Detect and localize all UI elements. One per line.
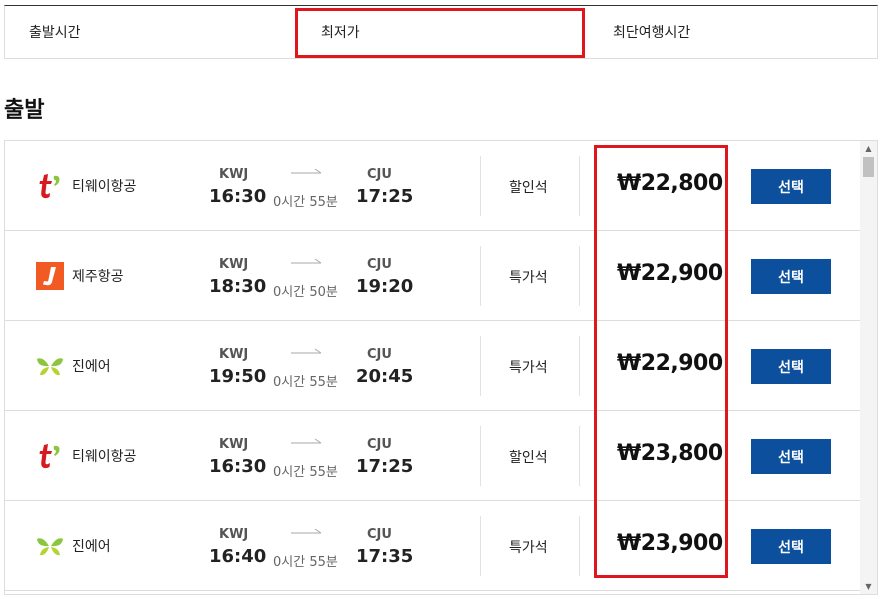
select-button[interactable]: 선택	[751, 349, 831, 384]
fare-class: 할인석	[509, 450, 548, 466]
divider	[480, 516, 481, 576]
airline-name: 제주항공	[72, 269, 124, 285]
arrival-airport-code: CJU	[367, 167, 392, 182]
sort-tab-lowest-price[interactable]: 최저가	[321, 6, 360, 58]
departure-time: 16:30	[209, 186, 267, 207]
divider	[480, 246, 481, 306]
flight-row: 진에어 KWJ 16:40 0시간 55분 CJU 17:35 특가석 ₩23,900 선택	[5, 501, 860, 591]
arrow-right-icon	[291, 168, 322, 174]
divider	[579, 336, 580, 396]
price: ₩23,900	[617, 531, 723, 556]
departure-airport-code: KWJ	[219, 167, 249, 182]
section-title: 출발	[4, 98, 45, 123]
tway-logo-icon	[35, 441, 65, 471]
arrow-right-icon	[291, 348, 322, 354]
scroll-thumb[interactable]	[863, 157, 874, 177]
divider	[579, 516, 580, 576]
arrow-right-icon	[291, 438, 322, 444]
flight-duration: 0시간 55분	[273, 195, 338, 210]
airline-name: 티웨이항공	[72, 179, 137, 195]
jinair-logo-icon	[35, 531, 65, 561]
divider	[579, 156, 580, 216]
sort-tab-shortest-duration[interactable]: 최단여행시간	[613, 6, 690, 58]
arrival-time: 17:35	[356, 546, 414, 567]
departure-airport-code: KWJ	[219, 257, 249, 272]
arrow-right-icon	[291, 258, 322, 264]
fare-class: 특가석	[509, 270, 548, 286]
flight-duration: 0시간 55분	[273, 375, 338, 390]
arrival-time: 19:20	[356, 276, 414, 297]
airline-name: 진에어	[72, 359, 111, 375]
fare-class: 특가석	[509, 540, 548, 556]
departure-time: 16:30	[209, 456, 267, 477]
arrival-time: 20:45	[356, 366, 414, 387]
departure-time: 18:30	[209, 276, 267, 297]
flight-duration: 0시간 55분	[273, 555, 338, 570]
fare-class: 특가석	[509, 360, 548, 376]
price: ₩22,900	[617, 261, 723, 286]
divider	[480, 336, 481, 396]
divider	[480, 156, 481, 216]
divider	[480, 426, 481, 486]
arrival-airport-code: CJU	[367, 347, 392, 362]
departure-airport-code: KWJ	[219, 347, 249, 362]
jinair-logo-icon	[35, 351, 65, 381]
flight-duration: 0시간 50분	[273, 285, 338, 300]
flight-row: 티웨이항공 KWJ 16:30 0시간 55분 CJU 17:25 할인석 ₩23,800 선택	[5, 411, 860, 501]
price: ₩22,900	[617, 351, 723, 376]
flight-row: 진에어 KWJ 19:50 0시간 55분 CJU 20:45 특가석 ₩22,900 선택	[5, 321, 860, 411]
scrollbar[interactable]: ▲ ▼	[860, 141, 877, 594]
divider	[579, 426, 580, 486]
departure-time: 19:50	[209, 366, 267, 387]
departure-airport-code: KWJ	[219, 527, 249, 542]
arrival-time: 17:25	[356, 456, 414, 477]
sort-bar: 출발시간 최저가 최단여행시간	[4, 5, 878, 59]
jejuair-logo-icon	[35, 261, 65, 291]
sort-tab-departure-time[interactable]: 출발시간	[29, 6, 81, 58]
flight-duration: 0시간 55분	[273, 465, 338, 480]
departure-airport-code: KWJ	[219, 437, 249, 452]
flight-list: 티웨이항공 KWJ 16:30 0시간 55분 CJU 17:25 할인석 ₩22,800 선택…	[4, 140, 878, 595]
flight-row: 티웨이항공 KWJ 16:30 0시간 55분 CJU 17:25 할인석 ₩22,800 선택	[5, 141, 860, 231]
departure-time: 16:40	[209, 546, 267, 567]
scroll-down-arrow-icon[interactable]: ▼	[860, 579, 877, 594]
select-button[interactable]: 선택	[751, 259, 831, 294]
select-button[interactable]: 선택	[751, 439, 831, 474]
select-button[interactable]: 선택	[751, 169, 831, 204]
tway-logo-icon	[35, 171, 65, 201]
arrival-airport-code: CJU	[367, 257, 392, 272]
scroll-up-arrow-icon[interactable]: ▲	[860, 141, 877, 156]
fare-class: 할인석	[509, 180, 548, 196]
select-button[interactable]: 선택	[751, 529, 831, 564]
arrival-time: 17:25	[356, 186, 414, 207]
airline-name: 진에어	[72, 539, 111, 555]
price: ₩22,800	[617, 171, 723, 196]
price: ₩23,800	[617, 441, 723, 466]
flight-row: 제주항공 KWJ 18:30 0시간 50분 CJU 19:20 특가석 ₩22,900 선택	[5, 231, 860, 321]
airline-name: 티웨이항공	[72, 449, 137, 465]
arrow-right-icon	[291, 528, 322, 534]
divider	[579, 246, 580, 306]
arrival-airport-code: CJU	[367, 527, 392, 542]
arrival-airport-code: CJU	[367, 437, 392, 452]
